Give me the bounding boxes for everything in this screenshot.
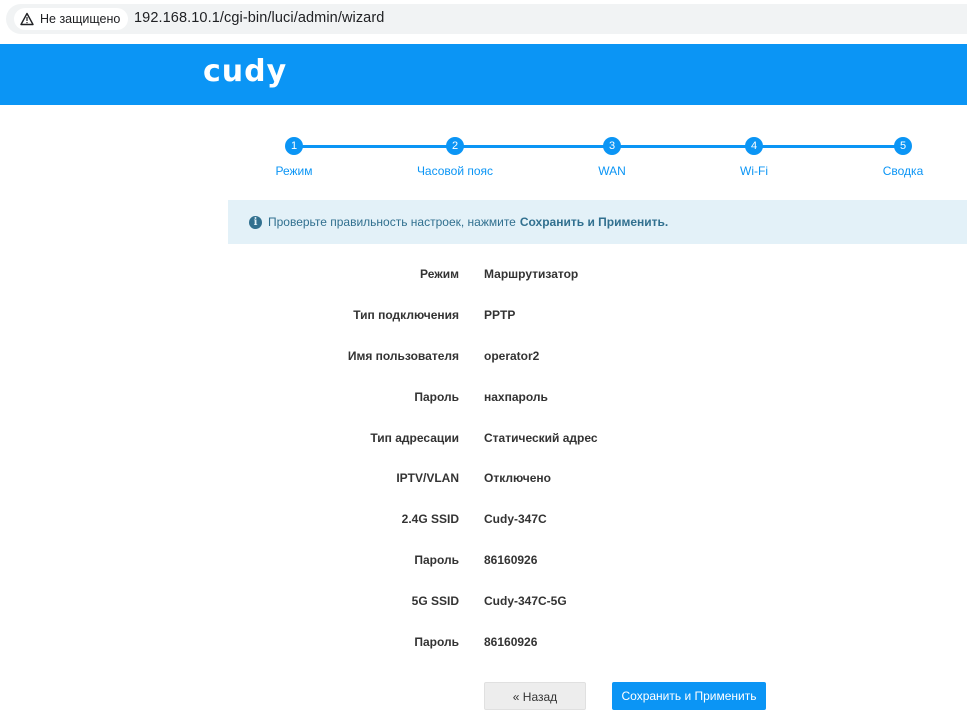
summary-value: PPTP	[484, 308, 516, 322]
summary-row: 5G SSID Cudy-347C-5G	[228, 594, 967, 614]
step-label: Часовой пояс	[416, 164, 494, 178]
back-button[interactable]: « Назад	[484, 682, 586, 710]
step-number: 4	[745, 137, 763, 155]
summary-key: Пароль	[414, 390, 459, 404]
omnibox[interactable]: Не защищено 192.168.10.1/cgi-bin/luci/ad…	[6, 4, 967, 34]
summary-value: нахпароль	[484, 390, 548, 404]
step-wan[interactable]: 3 WAN	[557, 132, 667, 178]
brand-logo[interactable]: cudy	[203, 54, 287, 89]
wizard-stepper: 1 Режим 2 Часовой пояс 3 WAN 4 Wi-Fi 5 С…	[228, 132, 967, 192]
browser-address-bar: Не защищено 192.168.10.1/cgi-bin/luci/ad…	[0, 0, 967, 38]
warning-icon	[20, 12, 34, 26]
step-label: Wi-Fi	[740, 164, 768, 178]
summary-value: Отключено	[484, 471, 551, 485]
summary-row: 2.4G SSID Cudy-347C	[228, 512, 967, 532]
step-label: Режим	[275, 164, 313, 178]
security-label: Не защищено	[40, 12, 121, 26]
summary-value: Cudy-347C	[484, 512, 547, 526]
summary-value: Cudy-347C-5G	[484, 594, 567, 608]
step-wifi[interactable]: 4 Wi-Fi	[699, 132, 809, 178]
app-header: cudy	[0, 44, 967, 105]
summary-key: 5G SSID	[411, 594, 459, 608]
step-number: 1	[285, 137, 303, 155]
step-label: WAN	[598, 164, 626, 178]
summary-key: 2.4G SSID	[401, 512, 459, 526]
step-mode[interactable]: 1 Режим	[239, 132, 349, 178]
summary-row: Тип адресации Статический адрес	[228, 431, 967, 451]
step-label: Сводка	[882, 164, 924, 178]
summary-key: Пароль	[414, 553, 459, 567]
step-timezone[interactable]: 2 Часовой пояс	[400, 132, 510, 178]
info-emphasis: Сохранить и Применить.	[519, 215, 669, 229]
summary-key: Тип подключения	[353, 308, 459, 322]
summary-value: Статический адрес	[484, 431, 598, 445]
summary-row: Режим Маршрутизатор	[228, 267, 967, 287]
summary-row: Пароль 86160926	[228, 553, 967, 573]
summary-key: Пароль	[414, 635, 459, 649]
summary-value: 86160926	[484, 635, 538, 649]
summary-row: Пароль нахпароль	[228, 390, 967, 410]
summary-value: 86160926	[484, 553, 538, 567]
security-indicator[interactable]: Не защищено	[14, 8, 129, 30]
step-summary[interactable]: 5 Сводка	[848, 132, 958, 178]
summary-row: IPTV/VLAN Отключено	[228, 471, 967, 491]
summary-key: IPTV/VLAN	[396, 471, 459, 485]
step-number: 2	[446, 137, 464, 155]
summary-value: operator2	[484, 349, 540, 363]
summary-row: Пароль 86160926	[228, 635, 967, 655]
summary-row: Имя пользователя operator2	[228, 349, 967, 369]
info-icon: i	[249, 215, 262, 229]
summary-key: Имя пользователя	[347, 349, 459, 363]
info-alert: i Проверьте правильность настроек, нажми…	[228, 200, 967, 244]
step-number: 5	[894, 137, 912, 155]
info-text: Проверьте правильность настроек, нажмите	[268, 215, 516, 229]
summary-key: Режим	[420, 267, 459, 281]
save-apply-button[interactable]: Сохранить и Применить	[612, 682, 766, 710]
summary-row: Тип подключения PPTP	[228, 308, 967, 328]
summary-value: Маршрутизатор	[484, 267, 579, 281]
summary-key: Тип адресации	[370, 431, 459, 445]
url-text[interactable]: 192.168.10.1/cgi-bin/luci/admin/wizard	[134, 10, 384, 26]
step-number: 3	[603, 137, 621, 155]
